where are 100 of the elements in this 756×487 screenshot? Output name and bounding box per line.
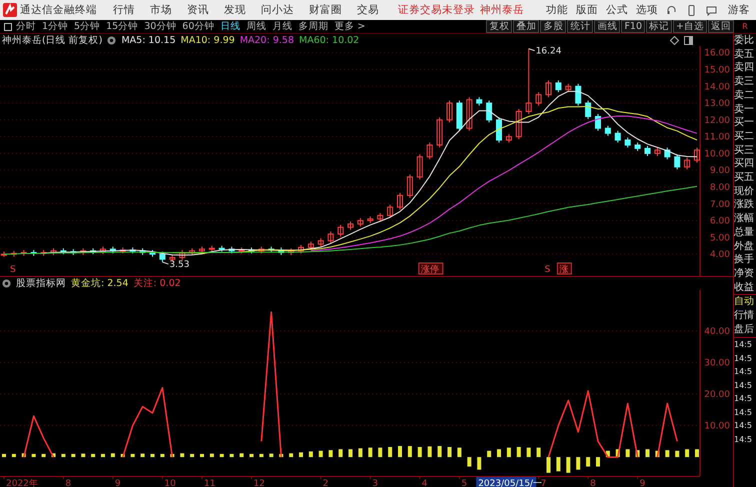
- toolbar-button[interactable]: 画线: [594, 20, 620, 33]
- trade-time: 14:5: [734, 380, 753, 392]
- indicator-bar: [556, 457, 560, 472]
- menu-item[interactable]: 资讯: [187, 3, 209, 17]
- trade-time: 14:5: [734, 420, 753, 432]
- axis-label: 8: [65, 479, 72, 487]
- period-tab[interactable]: 5分钟: [74, 20, 100, 33]
- candlestick: [496, 116, 502, 144]
- quote-label: 卖二: [734, 88, 755, 103]
- indicator-reading: 关注: 0.02: [133, 277, 181, 290]
- panel-toggle-icon[interactable]: [4, 22, 12, 30]
- panel-icon[interactable]: [684, 36, 693, 44]
- period-tab[interactable]: 日线: [220, 20, 240, 33]
- menu-item[interactable]: 问小达: [261, 3, 294, 17]
- axis-label: 11.00: [704, 132, 730, 143]
- axis-label: 40.00: [704, 326, 730, 337]
- period-tab[interactable]: 分时: [16, 20, 36, 33]
- candlestick: [20, 249, 27, 256]
- mode-label[interactable]: 自动: [734, 295, 756, 310]
- chart-title: 神州泰岳(日线 前复权): [2, 34, 102, 46]
- axis-label: 5: [461, 479, 468, 487]
- indicator-bar: [536, 448, 541, 458]
- panel-link[interactable]: 行情: [734, 309, 756, 324]
- menu-item[interactable]: 选项: [636, 3, 658, 17]
- candlestick: [536, 92, 542, 106]
- candlestick: [654, 147, 660, 156]
- quote-label: 外盘: [734, 240, 755, 254]
- indicator-bar: [368, 448, 372, 458]
- period-tab[interactable]: 60分钟: [182, 20, 214, 33]
- axis-label: 30.00: [704, 358, 730, 368]
- candlestick: [278, 246, 284, 256]
- candlestick: [674, 154, 680, 170]
- candlestick: [130, 246, 136, 254]
- indicator-bar: [606, 450, 610, 458]
- candlestick: [466, 96, 472, 132]
- quote-label: 涨幅: [734, 212, 755, 226]
- axis-label: 20.00: [704, 390, 730, 400]
- diamond-icon[interactable]: [670, 36, 679, 44]
- indicator-name: 股票指标网: [16, 277, 66, 290]
- toolbar-button[interactable]: 叠加: [513, 20, 540, 33]
- quote-label: 买三: [734, 144, 755, 158]
- indicator-bar: [12, 454, 16, 458]
- period-tab[interactable]: 1分钟: [42, 20, 68, 33]
- login-status[interactable]: 证券交易未登录: [398, 3, 475, 17]
- axis-label: 4.00: [710, 250, 730, 260]
- quote-label: 买二: [734, 130, 755, 144]
- toolbar-button[interactable]: F10: [621, 20, 646, 33]
- toolbar-button[interactable]: 多股: [540, 20, 566, 33]
- menu-item[interactable]: 版面: [576, 3, 598, 17]
- indicator-bar: [200, 454, 204, 458]
- toolbar-button[interactable]: 统计: [567, 20, 594, 33]
- quote-label: 买五: [734, 171, 755, 185]
- menu-item[interactable]: 市场: [150, 3, 172, 17]
- period-tab[interactable]: 30分钟: [144, 20, 176, 33]
- menu-item[interactable]: 公式: [606, 3, 628, 17]
- message-icon[interactable]: [706, 4, 717, 16]
- indicator-bar: [318, 450, 323, 458]
- headset-icon[interactable]: [666, 4, 677, 16]
- indicator-bar: [101, 454, 105, 458]
- period-tab[interactable]: 周线: [246, 20, 266, 33]
- candlestick: [228, 246, 235, 254]
- menu-item[interactable]: 功能: [546, 3, 568, 17]
- stock-link[interactable]: 神州泰岳: [480, 3, 524, 17]
- axis-label: 15.00: [704, 66, 730, 76]
- candlestick: [624, 137, 631, 148]
- toolbar-button[interactable]: 标记: [646, 20, 672, 33]
- menu-item[interactable]: 发现: [224, 3, 246, 17]
- ma-reading: MA20: 9.58: [240, 34, 294, 46]
- toolbar-button[interactable]: +自选: [673, 20, 707, 33]
- candlestick: [30, 249, 37, 256]
- axis-label: 5.00: [710, 233, 730, 244]
- candlestick: [318, 238, 324, 248]
- quote-label: 净资: [734, 266, 755, 281]
- menu-item[interactable]: 财富圈: [309, 3, 342, 17]
- ma-reading: MA60: 10.02: [299, 34, 360, 46]
- settings-icon[interactable]: [2, 279, 11, 288]
- toolbar-button[interactable]: 返回: [708, 20, 734, 33]
- candlestick: [614, 130, 621, 144]
- axis-label: 12: [254, 479, 265, 487]
- indicator-bar: [655, 450, 660, 458]
- indicator-bar: [328, 450, 333, 458]
- toolbar-button[interactable]: 复权: [486, 20, 512, 33]
- user-label[interactable]: 游客: [728, 3, 750, 17]
- candlestick: [644, 145, 650, 156]
- indicator-bar: [487, 450, 492, 458]
- phone-icon[interactable]: [686, 4, 697, 16]
- period-tab[interactable]: 多周期: [298, 20, 328, 33]
- candlestick: [179, 249, 186, 261]
- period-tab[interactable]: 月线: [272, 20, 292, 33]
- panel-link[interactable]: 盘后: [734, 323, 756, 338]
- period-tab[interactable]: 15分钟: [106, 20, 138, 33]
- menu-item[interactable]: 行情: [113, 3, 135, 17]
- indicator-bar: [160, 454, 164, 458]
- axis-label: 11: [204, 479, 216, 487]
- settings-icon[interactable]: [107, 36, 116, 44]
- indicator-bar: [526, 448, 531, 458]
- period-tab[interactable]: 更多 >: [334, 20, 366, 33]
- indicator-bar: [269, 454, 274, 458]
- indicator-bar: [448, 447, 452, 458]
- menu-item[interactable]: 交易: [357, 3, 379, 17]
